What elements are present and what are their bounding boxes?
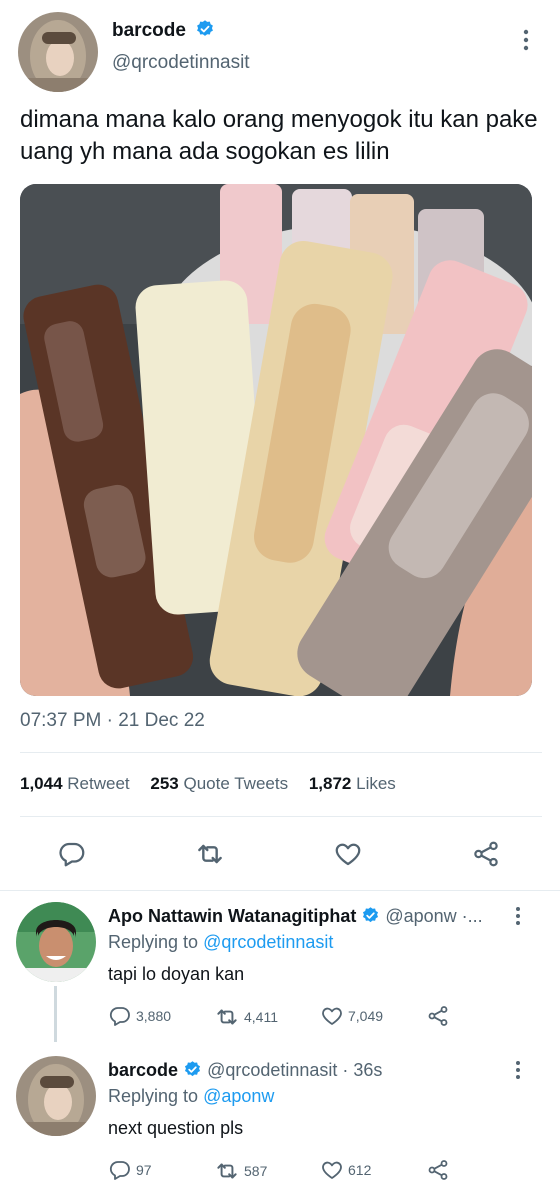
- quote-count[interactable]: 253 Quote Tweets: [150, 774, 288, 793]
- tweet-text: dimana mana kalo orang menyogok itu kan …: [20, 106, 538, 165]
- share-icon: [428, 1006, 448, 1026]
- share-icon: [428, 1160, 448, 1180]
- thread-line: [54, 986, 57, 1042]
- reply-text: next question pls: [108, 1118, 244, 1138]
- more-options-icon[interactable]: [516, 28, 536, 52]
- like-button[interactable]: 7,049: [320, 1004, 383, 1028]
- author-name[interactable]: barcode: [112, 20, 215, 42]
- retweet-button[interactable]: 4,411: [214, 1004, 278, 1030]
- mention-link[interactable]: @qrcodetinnasit: [203, 932, 333, 952]
- reply-text: tapi lo doyan kan: [108, 964, 245, 984]
- author-avatar[interactable]: [18, 12, 98, 92]
- like-button[interactable]: 612: [320, 1158, 371, 1182]
- reply-avatar[interactable]: [16, 1056, 96, 1136]
- divider: [20, 752, 542, 753]
- replying-to: Replying to @aponw: [108, 1086, 275, 1106]
- tweet-photo[interactable]: [20, 184, 532, 696]
- retweet-icon[interactable]: [188, 832, 232, 876]
- reply-tweet[interactable]: Apo Nattawin Watanagitiphat @aponw ·... …: [0, 890, 560, 1042]
- tweet-timestamp[interactable]: 07:37 PM · 21 Dec 22: [20, 710, 205, 732]
- retweet-icon: [217, 1009, 237, 1025]
- like-icon: [322, 1161, 342, 1179]
- verified-badge-icon: [363, 907, 379, 923]
- reply-button[interactable]: 97: [108, 1158, 152, 1182]
- like-count[interactable]: 1,872 Likes: [309, 774, 396, 793]
- like-icon[interactable]: [326, 832, 370, 876]
- more-options-icon[interactable]: [510, 1060, 526, 1080]
- verified-badge-icon: [185, 1061, 201, 1077]
- reply-button[interactable]: 3,880: [108, 1004, 171, 1028]
- replying-to: Replying to @qrcodetinnasit: [108, 932, 334, 952]
- reply-avatar[interactable]: [16, 902, 96, 982]
- divider: [20, 816, 542, 817]
- mention-link[interactable]: @aponw: [203, 1086, 274, 1106]
- verified-badge-icon: [197, 20, 214, 37]
- retweet-button[interactable]: 587: [214, 1158, 267, 1184]
- share-button[interactable]: [426, 1004, 450, 1028]
- author-handle[interactable]: @qrcodetinnasit: [112, 52, 250, 74]
- share-icon[interactable]: [464, 832, 508, 876]
- reply-actions: 97 587 612: [108, 1158, 468, 1188]
- tweet-stats: 1,044 Retweet 253 Quote Tweets 1,872 Lik…: [20, 774, 412, 794]
- tweet-header: barcode @qrcodetinnasit: [0, 0, 560, 100]
- reply-author[interactable]: barcode @qrcodetinnasit · 36s: [108, 1060, 382, 1081]
- tweet-actions: [0, 832, 560, 876]
- reply-icon[interactable]: [50, 832, 94, 876]
- retweet-icon: [217, 1163, 237, 1179]
- reply-handle[interactable]: @qrcodetinnasit · 36s: [207, 1060, 382, 1080]
- more-options-icon[interactable]: [510, 906, 526, 926]
- share-button[interactable]: [426, 1158, 450, 1182]
- reply-handle[interactable]: @aponw ·...: [385, 906, 482, 926]
- reply-actions: 3,880 4,411 7,049: [108, 1004, 468, 1034]
- reply-icon: [109, 1161, 130, 1180]
- retweet-count[interactable]: 1,044 Retweet: [20, 774, 130, 793]
- reply-icon: [109, 1007, 130, 1026]
- reply-author[interactable]: Apo Nattawin Watanagitiphat @aponw ·...: [108, 906, 483, 927]
- like-icon: [322, 1007, 342, 1025]
- reply-tweet[interactable]: barcode @qrcodetinnasit · 36s Replying t…: [0, 1044, 560, 1200]
